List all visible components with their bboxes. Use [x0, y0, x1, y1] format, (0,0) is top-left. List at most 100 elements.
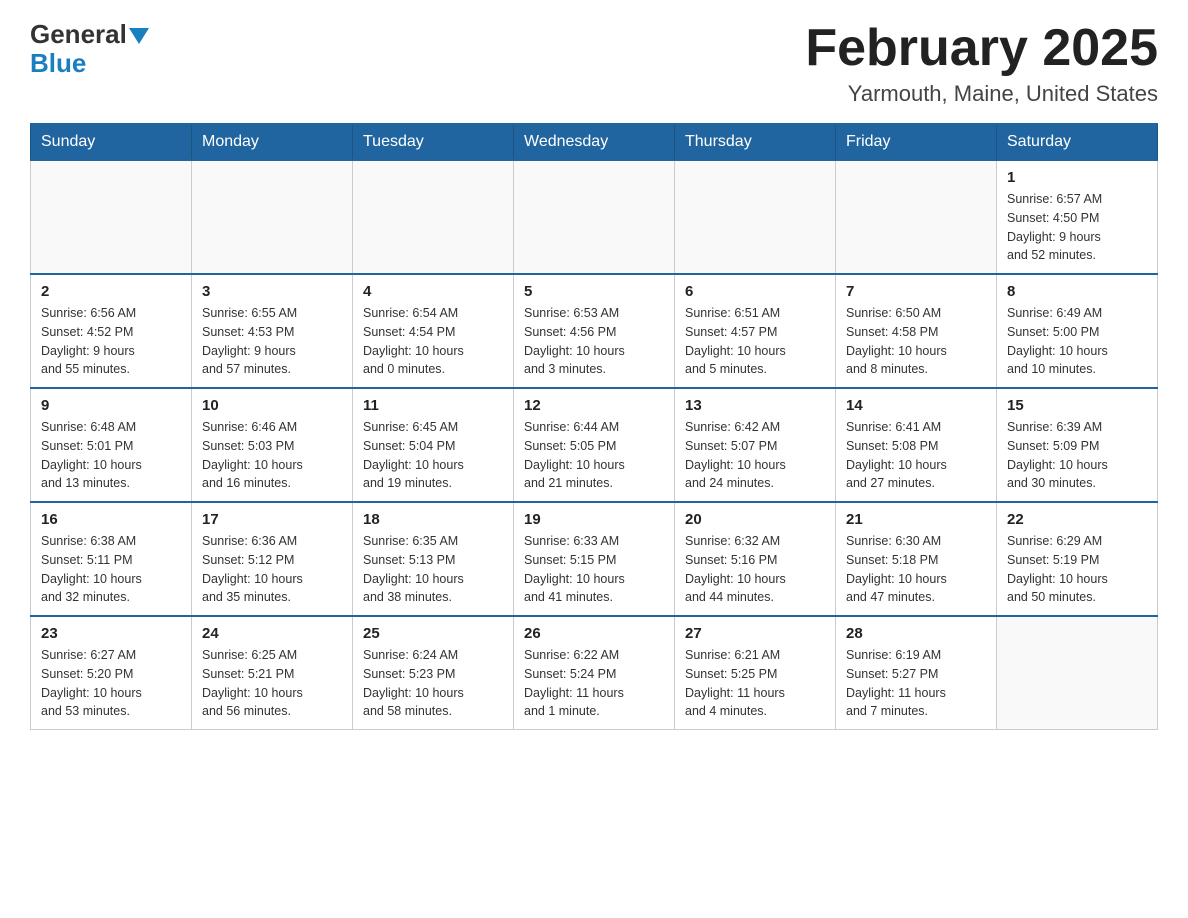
calendar-cell: 27 Sunrise: 6:21 AMSunset: 5:25 PMDayligh… [675, 616, 836, 730]
calendar-cell: 17 Sunrise: 6:36 AMSunset: 5:12 PMDayligh… [192, 502, 353, 616]
month-title: February 2025 [805, 20, 1158, 77]
day-info: Sunrise: 6:38 AMSunset: 5:11 PMDaylight:… [41, 532, 181, 607]
logo-blue: Blue [30, 49, 86, 78]
calendar-cell [353, 160, 514, 274]
calendar-cell: 20Sunrise: 6:32 AMSunset: 5:16 PMDayligh… [675, 502, 836, 616]
calendar-cell: 26 Sunrise: 6:22 AMSunset: 5:24 PMDayligh… [514, 616, 675, 730]
calendar-cell: 1 Sunrise: 6:57 AMSunset: 4:50 PMDaylight… [997, 160, 1158, 274]
calendar-week-row: 16 Sunrise: 6:38 AMSunset: 5:11 PMDayligh… [31, 502, 1158, 616]
calendar-cell: 24Sunrise: 6:25 AMSunset: 5:21 PMDayligh… [192, 616, 353, 730]
logo-arrow-icon [129, 28, 149, 44]
day-info: Sunrise: 6:36 AMSunset: 5:12 PMDaylight:… [202, 532, 342, 607]
day-number: 7 [846, 283, 986, 300]
calendar-cell: 11 Sunrise: 6:45 AMSunset: 5:04 PMDayligh… [353, 388, 514, 502]
calendar-cell: 7 Sunrise: 6:50 AMSunset: 4:58 PMDaylight… [836, 274, 997, 388]
day-info: Sunrise: 6:22 AMSunset: 5:24 PMDaylight:… [524, 646, 664, 721]
calendar-cell: 25 Sunrise: 6:24 AMSunset: 5:23 PMDayligh… [353, 616, 514, 730]
day-info: Sunrise: 6:29 AMSunset: 5:19 PMDaylight:… [1007, 532, 1147, 607]
calendar-cell: 10Sunrise: 6:46 AMSunset: 5:03 PMDayligh… [192, 388, 353, 502]
day-number: 18 [363, 511, 503, 528]
logo: General Blue [30, 20, 149, 77]
calendar-table: SundayMondayTuesdayWednesdayThursdayFrid… [30, 123, 1158, 730]
calendar-cell: 15 Sunrise: 6:39 AMSunset: 5:09 PMDayligh… [997, 388, 1158, 502]
day-of-week-tuesday: Tuesday [353, 124, 514, 160]
day-info: Sunrise: 6:21 AMSunset: 5:25 PMDaylight:… [685, 646, 825, 721]
calendar-cell [192, 160, 353, 274]
calendar-cell: 23Sunrise: 6:27 AMSunset: 5:20 PMDayligh… [31, 616, 192, 730]
calendar-cell: 8 Sunrise: 6:49 AMSunset: 5:00 PMDaylight… [997, 274, 1158, 388]
day-number: 24 [202, 625, 342, 642]
day-info: Sunrise: 6:50 AMSunset: 4:58 PMDaylight:… [846, 304, 986, 379]
day-number: 26 [524, 625, 664, 642]
day-info: Sunrise: 6:48 AMSunset: 5:01 PMDaylight:… [41, 418, 181, 493]
calendar-cell: 12 Sunrise: 6:44 AMSunset: 5:05 PMDayligh… [514, 388, 675, 502]
calendar-cell [675, 160, 836, 274]
day-of-week-thursday: Thursday [675, 124, 836, 160]
days-of-week-row: SundayMondayTuesdayWednesdayThursdayFrid… [31, 124, 1158, 160]
day-info: Sunrise: 6:42 AMSunset: 5:07 PMDaylight:… [685, 418, 825, 493]
day-number: 15 [1007, 397, 1147, 414]
day-number: 1 [1007, 169, 1147, 186]
day-number: 19 [524, 511, 664, 528]
day-number: 12 [524, 397, 664, 414]
day-number: 28 [846, 625, 986, 642]
day-info: Sunrise: 6:49 AMSunset: 5:00 PMDaylight:… [1007, 304, 1147, 379]
day-number: 21 [846, 511, 986, 528]
calendar-week-row: 1 Sunrise: 6:57 AMSunset: 4:50 PMDaylight… [31, 160, 1158, 274]
day-info: Sunrise: 6:24 AMSunset: 5:23 PMDaylight:… [363, 646, 503, 721]
title-section: February 2025 Yarmouth, Maine, United St… [805, 20, 1158, 107]
day-info: Sunrise: 6:57 AMSunset: 4:50 PMDaylight:… [1007, 190, 1147, 265]
day-info: Sunrise: 6:44 AMSunset: 5:05 PMDaylight:… [524, 418, 664, 493]
location-title: Yarmouth, Maine, United States [805, 81, 1158, 107]
day-info: Sunrise: 6:56 AMSunset: 4:52 PMDaylight:… [41, 304, 181, 379]
day-info: Sunrise: 6:39 AMSunset: 5:09 PMDaylight:… [1007, 418, 1147, 493]
day-info: Sunrise: 6:35 AMSunset: 5:13 PMDaylight:… [363, 532, 503, 607]
calendar-cell: 9 Sunrise: 6:48 AMSunset: 5:01 PMDaylight… [31, 388, 192, 502]
calendar-cell: 13Sunrise: 6:42 AMSunset: 5:07 PMDayligh… [675, 388, 836, 502]
calendar-cell: 2 Sunrise: 6:56 AMSunset: 4:52 PMDaylight… [31, 274, 192, 388]
day-info: Sunrise: 6:45 AMSunset: 5:04 PMDaylight:… [363, 418, 503, 493]
day-number: 14 [846, 397, 986, 414]
calendar-cell: 28 Sunrise: 6:19 AMSunset: 5:27 PMDayligh… [836, 616, 997, 730]
day-number: 11 [363, 397, 503, 414]
day-info: Sunrise: 6:32 AMSunset: 5:16 PMDaylight:… [685, 532, 825, 607]
day-number: 23 [41, 625, 181, 642]
calendar-cell: 4 Sunrise: 6:54 AMSunset: 4:54 PMDaylight… [353, 274, 514, 388]
calendar-cell: 6 Sunrise: 6:51 AMSunset: 4:57 PMDaylight… [675, 274, 836, 388]
day-info: Sunrise: 6:46 AMSunset: 5:03 PMDaylight:… [202, 418, 342, 493]
calendar-header: SundayMondayTuesdayWednesdayThursdayFrid… [31, 124, 1158, 160]
day-number: 17 [202, 511, 342, 528]
day-number: 5 [524, 283, 664, 300]
day-number: 8 [1007, 283, 1147, 300]
calendar-cell: 3 Sunrise: 6:55 AMSunset: 4:53 PMDaylight… [192, 274, 353, 388]
calendar-cell: 5Sunrise: 6:53 AMSunset: 4:56 PMDaylight… [514, 274, 675, 388]
calendar-cell: 22 Sunrise: 6:29 AMSunset: 5:19 PMDayligh… [997, 502, 1158, 616]
day-number: 4 [363, 283, 503, 300]
calendar-cell: 21 Sunrise: 6:30 AMSunset: 5:18 PMDayligh… [836, 502, 997, 616]
day-info: Sunrise: 6:30 AMSunset: 5:18 PMDaylight:… [846, 532, 986, 607]
day-info: Sunrise: 6:33 AMSunset: 5:15 PMDaylight:… [524, 532, 664, 607]
day-number: 2 [41, 283, 181, 300]
day-number: 16 [41, 511, 181, 528]
calendar-cell [31, 160, 192, 274]
day-info: Sunrise: 6:54 AMSunset: 4:54 PMDaylight:… [363, 304, 503, 379]
day-of-week-friday: Friday [836, 124, 997, 160]
calendar-week-row: 2 Sunrise: 6:56 AMSunset: 4:52 PMDaylight… [31, 274, 1158, 388]
day-of-week-monday: Monday [192, 124, 353, 160]
day-info: Sunrise: 6:19 AMSunset: 5:27 PMDaylight:… [846, 646, 986, 721]
day-of-week-sunday: Sunday [31, 124, 192, 160]
day-number: 3 [202, 283, 342, 300]
calendar-cell [836, 160, 997, 274]
day-info: Sunrise: 6:51 AMSunset: 4:57 PMDaylight:… [685, 304, 825, 379]
calendar-cell [997, 616, 1158, 730]
day-number: 22 [1007, 511, 1147, 528]
day-number: 9 [41, 397, 181, 414]
day-number: 6 [685, 283, 825, 300]
day-number: 25 [363, 625, 503, 642]
logo-text: General [30, 20, 149, 49]
logo-general: General [30, 20, 127, 49]
calendar-cell: 18 Sunrise: 6:35 AMSunset: 5:13 PMDayligh… [353, 502, 514, 616]
calendar-cell: 16 Sunrise: 6:38 AMSunset: 5:11 PMDayligh… [31, 502, 192, 616]
day-info: Sunrise: 6:55 AMSunset: 4:53 PMDaylight:… [202, 304, 342, 379]
day-number: 27 [685, 625, 825, 642]
